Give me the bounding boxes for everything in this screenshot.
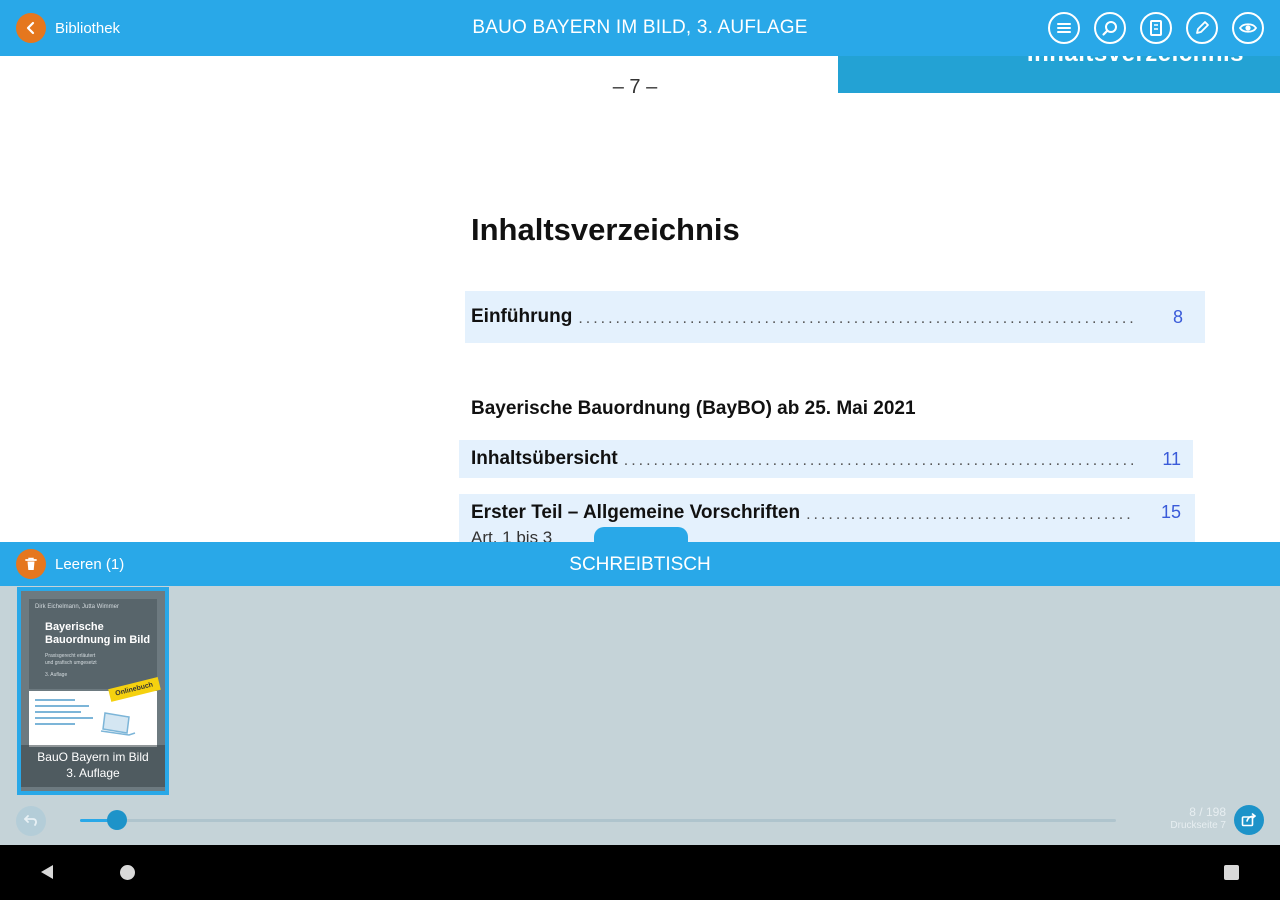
- cover-illustration-line: [35, 705, 89, 707]
- section-tab-label: Inhaltsverzeichnis: [1027, 56, 1244, 68]
- section-heading: Bayerische Bauordnung (BayBO) ab 25. Mai…: [471, 398, 916, 419]
- toc-entry-label: Erster Teil – Allgemeine Vorschriften: [471, 502, 801, 523]
- toc-entry-inhaltsuebersicht[interactable]: Inhaltsübersicht .......................…: [459, 440, 1193, 478]
- book-title: BAUO BAYERN IM BILD, 3. AUFLAGE: [472, 17, 808, 38]
- share-icon: [1241, 813, 1256, 827]
- page-count: 8 / 198: [1189, 805, 1226, 819]
- cover-subtitle: Praxisgerecht erläutert und grafisch umg…: [45, 653, 97, 679]
- cover-authors: Dirk Eichelmann, Jutta Wimmer: [35, 604, 120, 610]
- system-nav-bar: [0, 845, 1280, 900]
- search-icon[interactable]: [1094, 12, 1126, 44]
- back-arrow-icon: [16, 13, 46, 43]
- toolbar: [1048, 12, 1264, 44]
- book-thumbnail[interactable]: Dirk Eichelmann, Jutta Wimmer Bayerische…: [17, 587, 169, 795]
- trash-icon: [16, 549, 46, 579]
- pen-icon[interactable]: [1186, 12, 1218, 44]
- eye-icon[interactable]: [1232, 12, 1264, 44]
- toc-entry-page: 11: [1162, 448, 1181, 469]
- toc-entry-label: Inhaltsübersicht: [471, 448, 618, 469]
- toc-dots: ........................................…: [806, 506, 1135, 523]
- book-thumbnail-title-line2: 3. Auflage: [66, 766, 120, 780]
- print-page: Druckseite 7: [1170, 820, 1226, 831]
- page-slider[interactable]: [80, 810, 1116, 830]
- cover-illustration: [29, 691, 157, 747]
- section-tab: Inhaltsverzeichnis: [838, 56, 1280, 93]
- nav-home-icon[interactable]: [120, 865, 135, 880]
- share-button[interactable]: [1234, 805, 1264, 835]
- laptop-illustration-icon: [100, 712, 136, 736]
- toc-entry-page: 15: [1160, 502, 1181, 522]
- book-cover: Dirk Eichelmann, Jutta Wimmer Bayerische…: [21, 591, 165, 791]
- cover-edition: 3. Auflage: [45, 672, 68, 678]
- toc-entry-erster-teil[interactable]: Erster Teil – Allgemeine Vorschriften ..…: [459, 494, 1195, 542]
- cover-illustration-line: [35, 711, 81, 713]
- page-number: – 7 –: [612, 76, 658, 98]
- nav-recents-icon[interactable]: [1224, 865, 1239, 880]
- toc-heading: Inhaltsverzeichnis: [471, 212, 740, 247]
- toc-entry-subtext: Art. 1 bis 3: [471, 528, 553, 542]
- cover-subtitle-line1: Praxisgerecht erläutert: [45, 653, 96, 659]
- desk-area: Dirk Eichelmann, Jutta Wimmer Bayerische…: [0, 586, 1280, 845]
- page-slider-knob[interactable]: [107, 810, 128, 830]
- toc-entry-einfuehrung[interactable]: Einführung .............................…: [465, 291, 1205, 343]
- undo-button[interactable]: [16, 806, 46, 836]
- cover-title: Bayerische Bauordnung im Bild: [45, 621, 150, 647]
- desk-bar: Leeren (1) SCHREIBTISCH: [0, 542, 1280, 586]
- cover-title-line1: Bayerische: [45, 621, 104, 633]
- book-page[interactable]: Inhaltsverzeichnis – 7 – Inhaltsverzeich…: [0, 56, 1280, 542]
- toc-icon[interactable]: [1048, 12, 1080, 44]
- cover-illustration-line: [35, 717, 93, 719]
- desk-drawer-handle[interactable]: [594, 527, 688, 542]
- nav-back-icon[interactable]: [38, 863, 56, 886]
- cover-illustration-line: [35, 723, 75, 725]
- toc-dots: ........................................…: [578, 310, 1137, 327]
- cover-title-line2: Bauordnung im Bild: [45, 634, 151, 646]
- empty-desk-label: Leeren (1): [55, 555, 125, 573]
- page-counter: 8 / 198 Druckseite 7: [1140, 805, 1226, 833]
- cover-illustration-line: [35, 699, 75, 701]
- book-title-overlay: BauO Bayern im Bild 3. Auflage: [21, 745, 165, 787]
- book-thumbnail-title: BauO Bayern im Bild 3. Auflage: [21, 749, 165, 781]
- toc-entry-label: Einführung: [471, 306, 573, 327]
- library-back-label: Bibliothek: [55, 19, 121, 37]
- library-back-button[interactable]: Bibliothek: [16, 13, 120, 43]
- toc-dots: ........................................…: [623, 452, 1135, 469]
- book-thumbnail-title-line1: BauO Bayern im Bild: [37, 750, 149, 764]
- top-bar: Bibliothek BAUO BAYERN IM BILD, 3. AUFLA…: [0, 0, 1280, 56]
- cover-subtitle-line2: und grafisch umgesetzt: [45, 660, 97, 666]
- toc-entry-page: 8: [1172, 306, 1183, 327]
- empty-desk-button[interactable]: Leeren (1): [16, 549, 124, 579]
- undo-icon: [24, 815, 37, 826]
- desk-title: SCHREIBTISCH: [569, 554, 711, 575]
- notes-icon[interactable]: [1140, 12, 1172, 44]
